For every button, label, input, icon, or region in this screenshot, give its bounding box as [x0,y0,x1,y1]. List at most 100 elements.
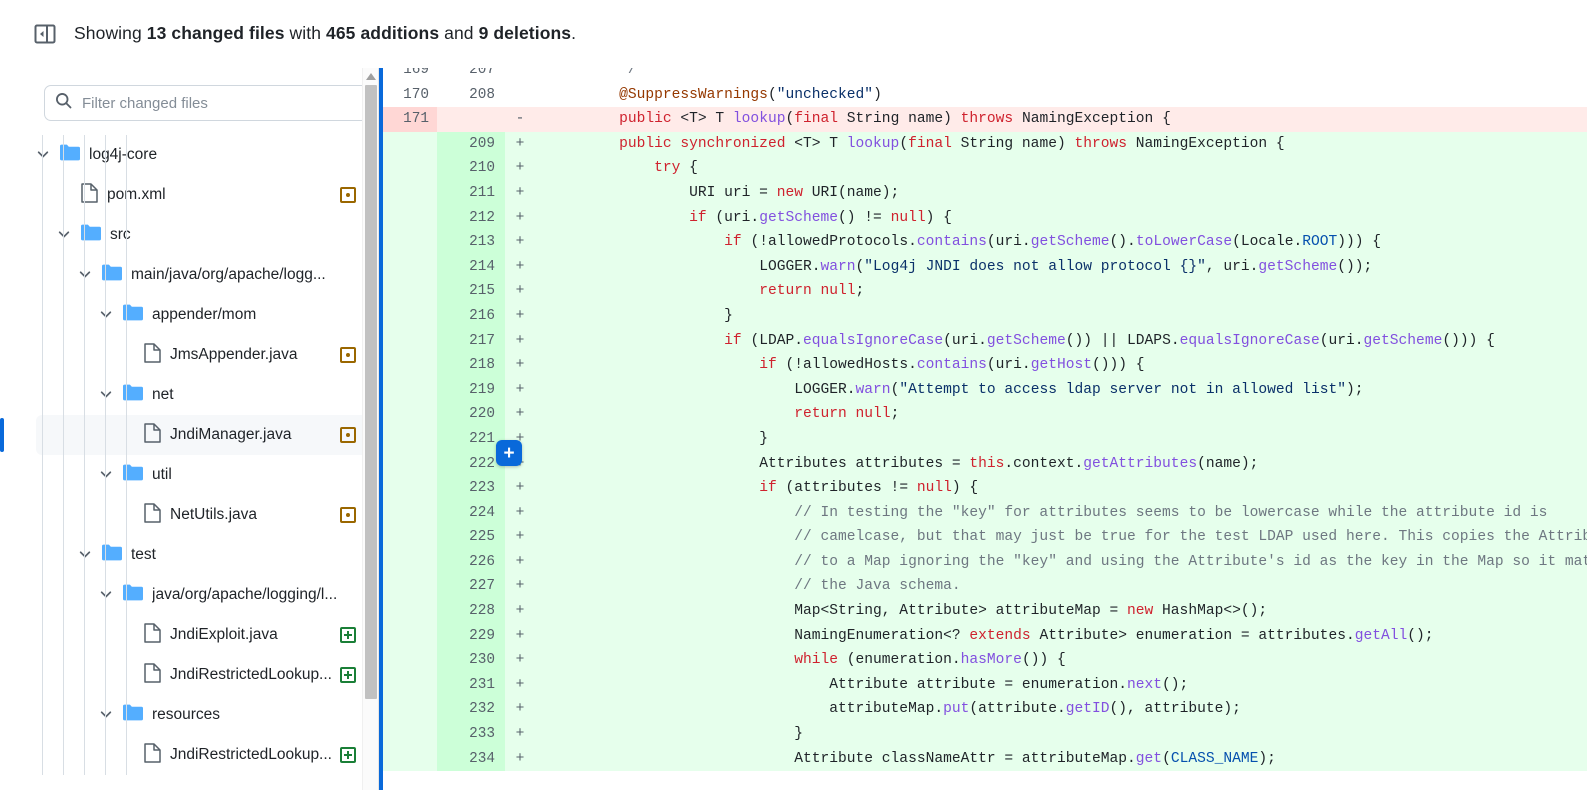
diff-line[interactable]: 228 + Map<String, Attribute> attributeMap… [379,599,1587,624]
new-line-number: 210 [437,156,505,181]
diff-line[interactable]: 219 + LOGGER.warn("Attempt to access ldap… [379,377,1587,403]
chevron-down-icon[interactable] [36,147,52,163]
tree-file-jndirestrictedlookup[interactable]: JndiRestrictedLookup... [36,655,368,695]
old-line-number: 169 [403,68,429,78]
chevron-down-icon[interactable] [99,707,115,723]
diff-line[interactable]: 220 + return null; [379,402,1587,427]
tree-folder-resources[interactable]: resources [36,695,368,735]
diff-line[interactable]: 214 + LOGGER.warn("Log4j JNDI does not al… [379,254,1587,280]
sidebar-collapse-icon[interactable] [34,23,56,45]
diff-line[interactable]: 232 + attributeMap.put(attribute.getID(),… [379,697,1587,723]
diff-line[interactable]: 209 + public synchronized <T> T lookup(fi… [379,131,1587,157]
tree-folder-src[interactable]: src [36,215,368,255]
diff-line[interactable]: 226 + // to a Map ignoring the "key" and … [379,549,1587,575]
tree-file-jmsappender-java[interactable]: JmsAppender.java [36,335,368,375]
file-label: JndiExploit.java [170,626,278,643]
diff-line[interactable]: 227 + // the Java schema. [379,574,1587,600]
scroll-up-arrow-icon[interactable] [363,68,378,84]
diff-line[interactable]: 231 + Attribute attribute = enumeration.n… [379,672,1587,698]
tree-file-pom-xml[interactable]: pom.xml [36,175,368,215]
new-line-number: 223 [437,476,505,501]
tree-file-jndimanager-java[interactable]: JndiManager.java [0,415,368,455]
diff-viewer: 169 207 */ 170 208 @SuppressWarnings("unche… [378,68,1587,790]
diff-code-text: } [759,430,768,447]
diff-line[interactable]: 225 + // camelcase, but that may just be … [379,525,1587,550]
folder-label: util [152,466,172,483]
new-line-number: 219 [437,377,505,403]
new-line-number: 220 [437,402,505,427]
tree-folder-test[interactable]: test [36,535,368,575]
diff-line[interactable]: 211 + URI uri = new URI(name); [379,180,1587,206]
folder-label: test [131,546,156,563]
diff-line[interactable]: 171 - public <T> T lookup(final String na… [379,107,1587,132]
diff-marker: - [515,111,525,128]
diff-code-text: attributeMap.put(attribute.getID(), attr… [829,701,1241,718]
search-input[interactable] [82,94,357,112]
tree-folder-appender-mom[interactable]: appender/mom [36,295,368,335]
diff-line[interactable]: 210 + try { [379,156,1587,181]
diff-line[interactable]: 213 + if (!allowedProtocols.contains(uri.… [379,230,1587,255]
diff-marker: + [515,258,525,275]
old-line-number: 171 [379,107,437,132]
diff-line[interactable]: 169 207 */ [379,68,1587,83]
tree-file-netutils-java[interactable]: NetUtils.java [36,495,368,535]
diff-line[interactable]: 221 + } [379,426,1587,452]
diff-line[interactable]: 223 + if (attributes != null) { [379,476,1587,501]
diff-code-text: Map<String, Attribute> attributeMap = ne… [794,603,1268,620]
diff-code-text: if (uri.getScheme() != null) { [689,209,952,226]
tree-folder-log4j-core[interactable]: log4j-core [36,135,368,175]
chevron-down-icon[interactable] [99,587,115,603]
tree-folder-java-org-apache-logging-l[interactable]: java/org/apache/logging/l... [36,575,368,615]
diff-marker: + [515,160,525,177]
diff-line[interactable]: 215 + return null; [379,279,1587,304]
tree-folder-util[interactable]: util [36,455,368,495]
tree-folder-main-java-org-apache-logg[interactable]: main/java/org/apache/logg... [36,255,368,295]
tree-file-jndiexploit-java[interactable]: JndiExploit.java [36,615,368,655]
new-line-number: 222 [437,451,505,477]
add-inline-comment-button[interactable]: + [496,440,522,466]
diff-line[interactable]: 233 + } [379,722,1587,747]
tree-folder-net[interactable]: net [36,375,368,415]
diff-line[interactable]: 230 + while (enumeration.hasMore()) { [379,648,1587,673]
diff-marker: + [515,676,525,693]
file-label: pom.xml [107,186,166,203]
diff-line[interactable]: 218 + if (!allowedHosts.contains(uri.getH… [379,353,1587,378]
chevron-down-icon[interactable] [78,547,94,563]
filter-changed-files-field[interactable] [44,85,368,121]
file-added-icon [340,627,356,643]
diff-marker: + [515,578,525,595]
tree-file-jndirestrictedlookup[interactable]: JndiRestrictedLookup... [36,735,368,775]
diff-code-text: LOGGER.warn("Log4j JNDI does not allow p… [759,258,1373,275]
chevron-down-icon[interactable] [57,227,73,243]
diff-marker: + [515,406,525,423]
sidebar-scrollbar-thumb[interactable] [365,85,377,699]
file-modified-icon [340,427,356,443]
diff-line[interactable]: 224 + // In testing the "key" for attribu… [379,500,1587,526]
chevron-down-icon[interactable] [99,467,115,483]
chevron-down-icon[interactable] [99,307,115,323]
diff-code-text: } [724,307,733,324]
new-line-number: 232 [437,697,505,723]
new-line-number: 208 [469,86,495,103]
file-icon [144,742,161,768]
diff-line[interactable]: 234 + Attribute classNameAttr = attribute… [379,746,1587,772]
diff-line[interactable]: 217 + if (LDAP.equalsIgnoreCase(uri.getSc… [379,328,1587,354]
folder-label: src [110,226,131,243]
diff-line[interactable]: 229 + NamingEnumeration<? extends Attribu… [379,623,1587,649]
chevron-down-icon[interactable] [78,267,94,283]
diff-line[interactable]: 216 + } [379,303,1587,329]
diff-line[interactable]: 170 208 @SuppressWarnings("unchecked") [379,82,1587,108]
file-icon [144,422,161,448]
diff-line[interactable]: 222+ Attributes attributes = this.contex… [379,451,1587,477]
summary-mid: with [284,23,327,43]
sidebar-scrollbar[interactable] [362,68,378,790]
diff-code-text: public <T> T lookup(final String name) t… [619,111,1171,128]
diff-code-text: // the Java schema. [794,578,961,595]
diff-line[interactable]: 212 + if (uri.getScheme() != null) { [379,205,1587,231]
chevron-down-icon[interactable] [99,387,115,403]
file-icon [144,662,161,688]
diff-marker: + [515,726,525,743]
new-line-number: 229 [437,623,505,649]
diff-code-text: // camelcase, but that may just be true … [794,529,1587,546]
diff-code-text: try { [654,160,698,177]
